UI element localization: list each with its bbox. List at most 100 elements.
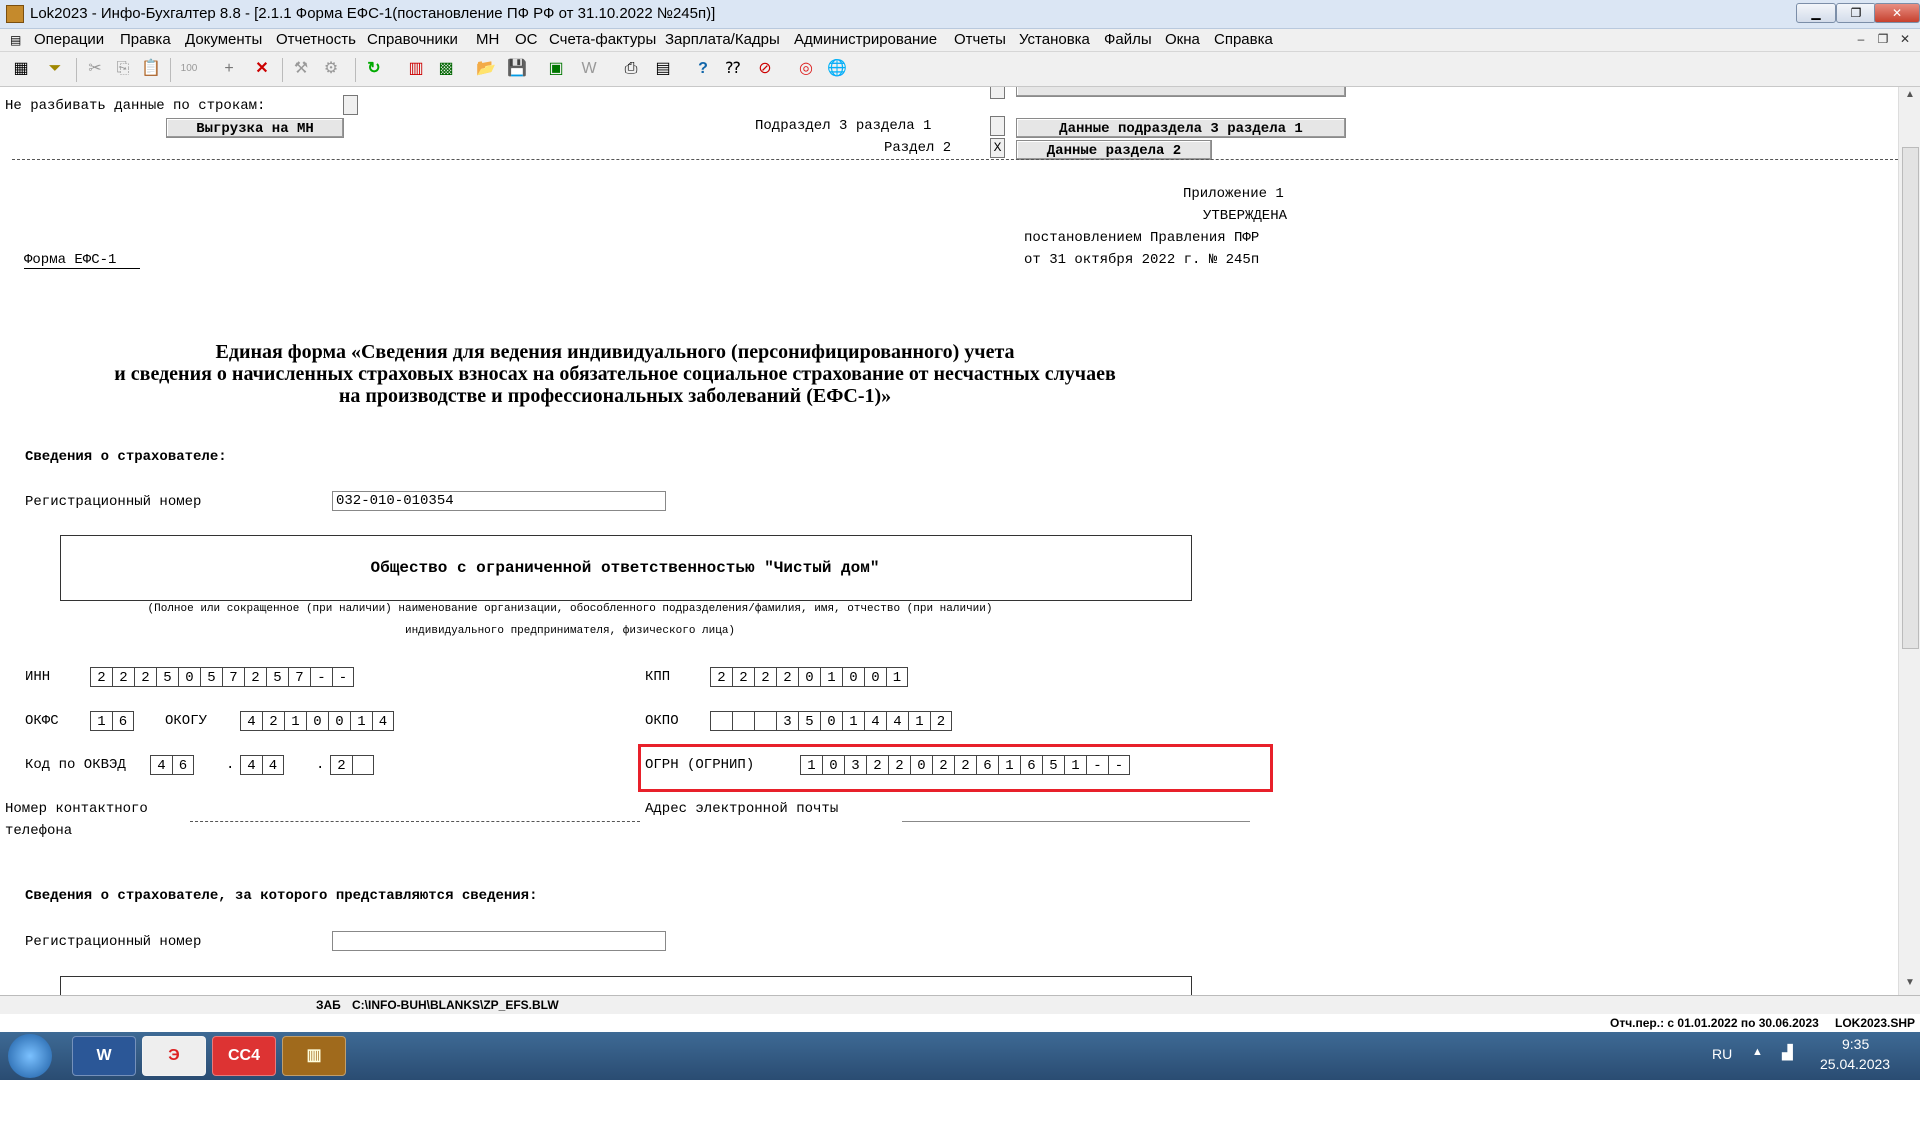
insured-org-name-box[interactable]: [60, 976, 1192, 995]
refresh-icon[interactable]: ↻: [363, 58, 385, 80]
code-cell[interactable]: 0: [306, 711, 328, 731]
top-cut-checkbox[interactable]: [990, 87, 1005, 99]
code-cell[interactable]: 5: [266, 667, 288, 687]
code-cell[interactable]: 5: [1042, 755, 1064, 775]
code-cell[interactable]: 0: [178, 667, 200, 687]
okved-cells-1[interactable]: 46: [150, 755, 194, 777]
code-cell[interactable]: [352, 755, 374, 775]
ogrn-cells[interactable]: 1032202261651--: [800, 755, 1130, 777]
code-cell[interactable]: 4: [240, 755, 262, 775]
kpp-cells[interactable]: 222201001: [710, 667, 908, 689]
context-help-icon[interactable]: ⁇: [722, 58, 744, 80]
wand-icon[interactable]: ⚒: [290, 58, 312, 80]
subsection3-data-button[interactable]: Данные подраздела 3 раздела 1: [1016, 118, 1346, 138]
code-cell[interactable]: 2: [244, 667, 266, 687]
menu-reporting[interactable]: Отчетность: [276, 31, 356, 48]
code-cell[interactable]: 6: [112, 711, 134, 731]
word-export-icon[interactable]: W: [578, 58, 600, 80]
code-cell[interactable]: 0: [328, 711, 350, 731]
code-cell[interactable]: 0: [798, 667, 820, 687]
code-cell[interactable]: 5: [200, 667, 222, 687]
mdi-restore-button[interactable]: ❐: [1874, 31, 1892, 47]
preview-icon[interactable]: ▤: [652, 58, 674, 80]
filter-icon[interactable]: ⏷: [44, 58, 66, 80]
code-cell[interactable]: 2: [776, 667, 798, 687]
menu-admin[interactable]: Администрирование: [794, 31, 937, 48]
mdi-minimize-button[interactable]: –: [1852, 31, 1870, 47]
code-cell[interactable]: 4: [886, 711, 908, 731]
clock-time[interactable]: 9:35: [1842, 1036, 1869, 1052]
grid-icon[interactable]: ▦: [10, 58, 32, 80]
code-cell[interactable]: -: [332, 667, 354, 687]
code-cell[interactable]: [710, 711, 732, 731]
code-cell[interactable]: 1: [90, 711, 112, 731]
menu-settings[interactable]: Установка: [1019, 31, 1090, 48]
lifebuoy-icon[interactable]: ◎: [795, 58, 817, 80]
code-cell[interactable]: 3: [844, 755, 866, 775]
code-cell[interactable]: 1: [998, 755, 1020, 775]
code-cell[interactable]: 4: [372, 711, 394, 731]
email-field[interactable]: [902, 799, 1250, 822]
scroll-up-icon[interactable]: ▲: [1903, 89, 1917, 103]
code-cell[interactable]: -: [310, 667, 332, 687]
code-cell[interactable]: 0: [864, 667, 886, 687]
minimize-button[interactable]: ▁: [1796, 3, 1836, 23]
restore-button[interactable]: ❐: [1836, 3, 1876, 23]
code-cell[interactable]: 1: [284, 711, 306, 731]
code-cell[interactable]: 2: [262, 711, 284, 731]
calculator-icon[interactable]: ▩: [435, 58, 457, 80]
menu-edit[interactable]: Правка: [120, 31, 171, 48]
code-cell[interactable]: 7: [288, 667, 310, 687]
menu-mn[interactable]: МН: [476, 31, 499, 48]
browser-taskbar-icon[interactable]: Э: [142, 1036, 206, 1076]
code-cell[interactable]: -: [1086, 755, 1108, 775]
inn-cells[interactable]: 2225057257--: [90, 667, 354, 689]
code-cell[interactable]: 1: [820, 667, 842, 687]
phone-field[interactable]: [190, 799, 640, 822]
excel-icon[interactable]: ▣: [545, 58, 567, 80]
code-cell[interactable]: 5: [798, 711, 820, 731]
code-cell[interactable]: -: [1108, 755, 1130, 775]
compass-icon[interactable]: ⊘: [754, 58, 776, 80]
code-cell[interactable]: [732, 711, 754, 731]
okpo-cells[interactable]: 35014412: [710, 711, 952, 733]
doc-menu-icon[interactable]: ▤: [10, 33, 21, 47]
code-cell[interactable]: 2: [888, 755, 910, 775]
numbering-icon[interactable]: 100: [178, 58, 200, 80]
code-cell[interactable]: 2: [732, 667, 754, 687]
scroll-thumb[interactable]: [1902, 147, 1919, 649]
code-cell[interactable]: 2: [954, 755, 976, 775]
code-cell[interactable]: 0: [910, 755, 932, 775]
globe-icon[interactable]: 🌐: [826, 58, 848, 80]
menu-operations[interactable]: Операции: [34, 31, 104, 48]
code-cell[interactable]: 4: [150, 755, 172, 775]
cc4-taskbar-icon[interactable]: CC4: [212, 1036, 276, 1076]
top-cut-button[interactable]: [1016, 87, 1346, 97]
code-cell[interactable]: 1: [1064, 755, 1086, 775]
code-cell[interactable]: 2: [932, 755, 954, 775]
menu-reports[interactable]: Отчеты: [954, 31, 1006, 48]
tools-icon[interactable]: ⚙: [320, 58, 342, 80]
language-indicator[interactable]: RU: [1712, 1046, 1732, 1062]
menu-os[interactable]: ОС: [515, 31, 538, 48]
menu-directories[interactable]: Справочники: [367, 31, 458, 48]
reg-number-field[interactable]: 032-010-010354: [332, 491, 666, 511]
okogu-cells[interactable]: 4210014: [240, 711, 394, 733]
abacus-taskbar-icon[interactable]: ▥: [282, 1036, 346, 1076]
code-cell[interactable]: [754, 711, 776, 731]
paste-icon[interactable]: 📋: [140, 58, 162, 80]
scroll-down-icon[interactable]: ▼: [1903, 977, 1917, 991]
help-icon[interactable]: ?: [692, 58, 714, 80]
subsection3-checkbox[interactable]: [990, 116, 1005, 136]
menu-documents[interactable]: Документы: [185, 31, 262, 48]
save-icon[interactable]: 💾: [506, 58, 528, 80]
export-mn-button[interactable]: Выгрузка на МН: [166, 118, 344, 138]
code-cell[interactable]: 1: [908, 711, 930, 731]
open-folder-icon[interactable]: 📂: [475, 58, 497, 80]
no-split-checkbox[interactable]: [343, 95, 358, 115]
code-cell[interactable]: 6: [976, 755, 998, 775]
menu-windows[interactable]: Окна: [1165, 31, 1200, 48]
code-cell[interactable]: 2: [134, 667, 156, 687]
code-cell[interactable]: 6: [1020, 755, 1042, 775]
calendar-icon[interactable]: ▥: [405, 58, 427, 80]
